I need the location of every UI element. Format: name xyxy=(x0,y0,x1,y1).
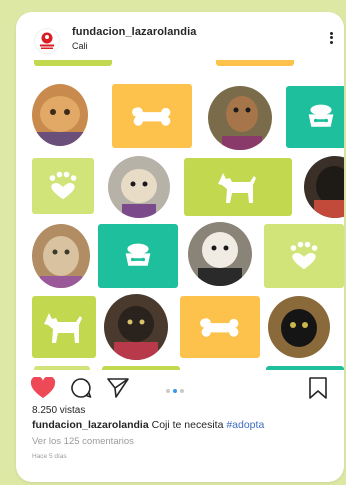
caption-username[interactable]: fundacion_lazarolandia xyxy=(32,419,149,431)
post-image[interactable] xyxy=(16,60,344,370)
comment-icon[interactable] xyxy=(70,377,92,399)
dog-tile xyxy=(32,296,96,358)
view-comments-link[interactable]: Ver los 125 comentarios xyxy=(32,436,134,447)
bookmark-icon[interactable] xyxy=(308,377,328,399)
heart-filled-icon[interactable] xyxy=(30,377,56,399)
paw-heart-tile xyxy=(264,224,344,288)
views-count: 8.250 vistas xyxy=(32,405,86,416)
cat-photo xyxy=(32,84,88,146)
post-header: fundacion_lazarolandia Cali xyxy=(16,12,344,60)
bone-icon xyxy=(197,315,243,339)
pet-bowl-tile xyxy=(98,224,178,288)
pet-bowl-icon xyxy=(303,102,339,132)
dog-tile xyxy=(184,158,292,216)
more-vertical-icon[interactable] xyxy=(326,30,336,48)
pattern-tile xyxy=(34,60,112,66)
post-caption: fundacion_lazarolandia Coji te necesita … xyxy=(32,419,264,431)
send-icon[interactable] xyxy=(106,377,130,399)
cat-photo xyxy=(104,294,168,360)
instagram-post-card: fundacion_lazarolandia Cali 8.250 vistas… xyxy=(16,12,344,482)
caption-text: Coji te necesita xyxy=(148,419,227,431)
hashtag-link[interactable]: #adopta xyxy=(226,419,264,431)
dog-photo xyxy=(188,222,252,286)
bone-tile xyxy=(112,84,192,148)
paw-heart-icon xyxy=(45,171,81,201)
avatar[interactable] xyxy=(34,28,60,54)
post-timestamp: Hace 5 días xyxy=(32,453,67,460)
carousel-dot-active xyxy=(173,389,177,393)
carousel-indicator xyxy=(166,389,184,393)
dog-photo xyxy=(108,156,170,218)
pattern-tile xyxy=(216,60,294,66)
cat-photo xyxy=(32,224,90,288)
bone-icon xyxy=(129,104,175,128)
carousel-dot xyxy=(180,389,184,393)
dog-icon xyxy=(41,309,87,345)
bone-tile xyxy=(180,296,260,358)
post-username[interactable]: fundacion_lazarolandia xyxy=(72,26,196,38)
carousel-dot xyxy=(166,389,170,393)
post-location[interactable]: Cali xyxy=(72,41,88,51)
dog-icon xyxy=(215,169,261,205)
cat-photo xyxy=(268,296,330,358)
pet-bowl-icon xyxy=(120,241,156,271)
paw-heart-tile xyxy=(32,158,94,214)
foundation-logo-icon xyxy=(40,32,54,49)
dog-photo xyxy=(208,86,272,150)
post-actions xyxy=(16,370,344,404)
dog-photo xyxy=(304,156,344,218)
pet-bowl-tile xyxy=(286,86,344,148)
paw-heart-icon xyxy=(286,241,322,271)
